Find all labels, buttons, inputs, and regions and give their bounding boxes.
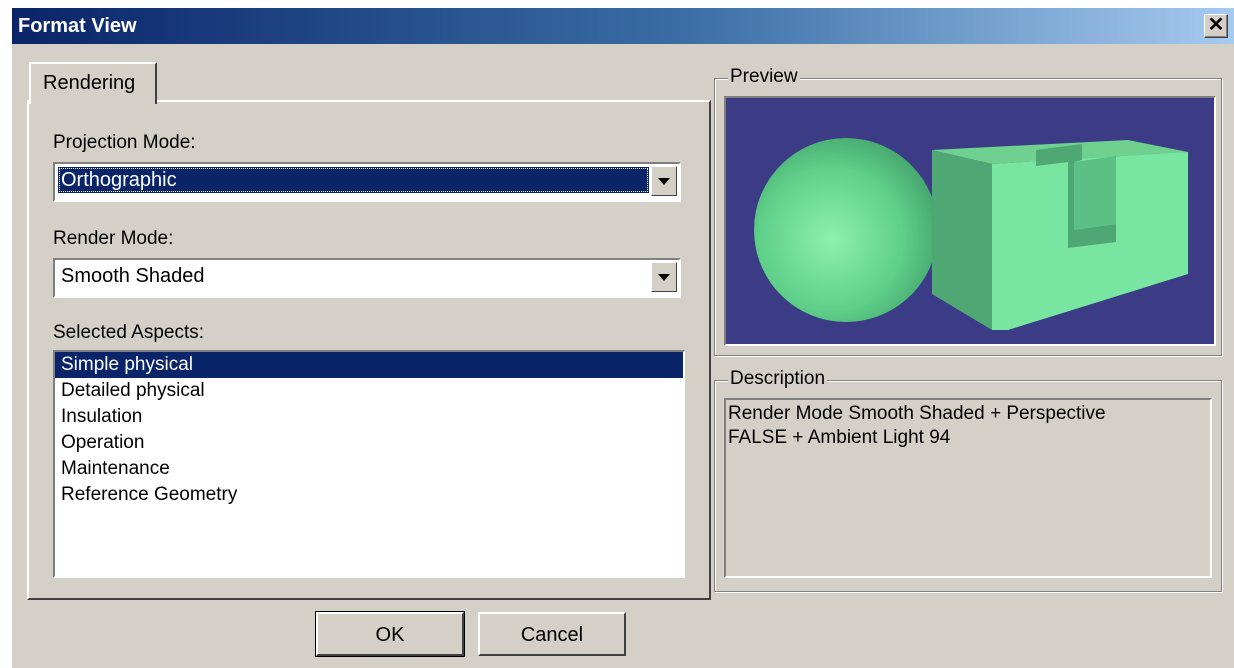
render-dropdown-button[interactable] (651, 262, 677, 292)
list-item[interactable]: Insulation (55, 404, 683, 430)
window-title: Format View (18, 15, 137, 37)
list-item[interactable]: Operation (55, 430, 683, 456)
projection-mode-value: Orthographic (58, 167, 649, 193)
selected-aspects-label: Selected Aspects: (53, 322, 205, 343)
tab-rendering[interactable]: Rendering (29, 62, 157, 104)
list-item[interactable]: Reference Geometry (55, 482, 683, 508)
preview-render (754, 138, 1188, 330)
projection-mode-label: Projection Mode: (53, 132, 196, 153)
block-shape (932, 140, 1188, 330)
chevron-down-icon (658, 178, 670, 185)
render-mode-value: Smooth Shaded (61, 265, 205, 287)
description-line: FALSE + Ambient Light 94 (728, 427, 951, 448)
tab-rendering-label: Rendering (43, 72, 136, 94)
title-bar[interactable]: Format View ✕ (12, 8, 1234, 44)
close-button[interactable]: ✕ (1204, 14, 1228, 38)
description-line: Render Mode Smooth Shaded + Perspective (728, 403, 1106, 424)
description-text: Render Mode Smooth Shaded + Perspective … (724, 398, 1212, 578)
projection-dropdown-button[interactable] (651, 166, 677, 196)
aspects-listbox[interactable]: Simple physical Detailed physical Insula… (53, 350, 685, 578)
format-view-dialog: Format View ✕ Rendering Projection Mode:… (12, 8, 1234, 668)
chevron-down-icon (658, 274, 670, 281)
cancel-button[interactable]: Cancel (478, 612, 626, 656)
projection-mode-select[interactable]: Orthographic (53, 162, 681, 202)
list-item[interactable]: Detailed physical (55, 378, 683, 404)
preview-viewport (724, 96, 1216, 346)
description-label: Description (728, 368, 828, 390)
sphere-shape (754, 138, 938, 322)
render-mode-select[interactable]: Smooth Shaded (53, 258, 681, 298)
list-item[interactable]: Simple physical (55, 352, 683, 378)
preview-label: Preview (728, 66, 800, 88)
rendering-panel: Projection Mode: Orthographic Render Mod… (27, 100, 711, 600)
list-item[interactable]: Maintenance (55, 456, 683, 482)
ok-button[interactable]: OK (315, 611, 465, 657)
close-icon: ✕ (1207, 14, 1225, 36)
render-mode-label: Render Mode: (53, 228, 174, 249)
